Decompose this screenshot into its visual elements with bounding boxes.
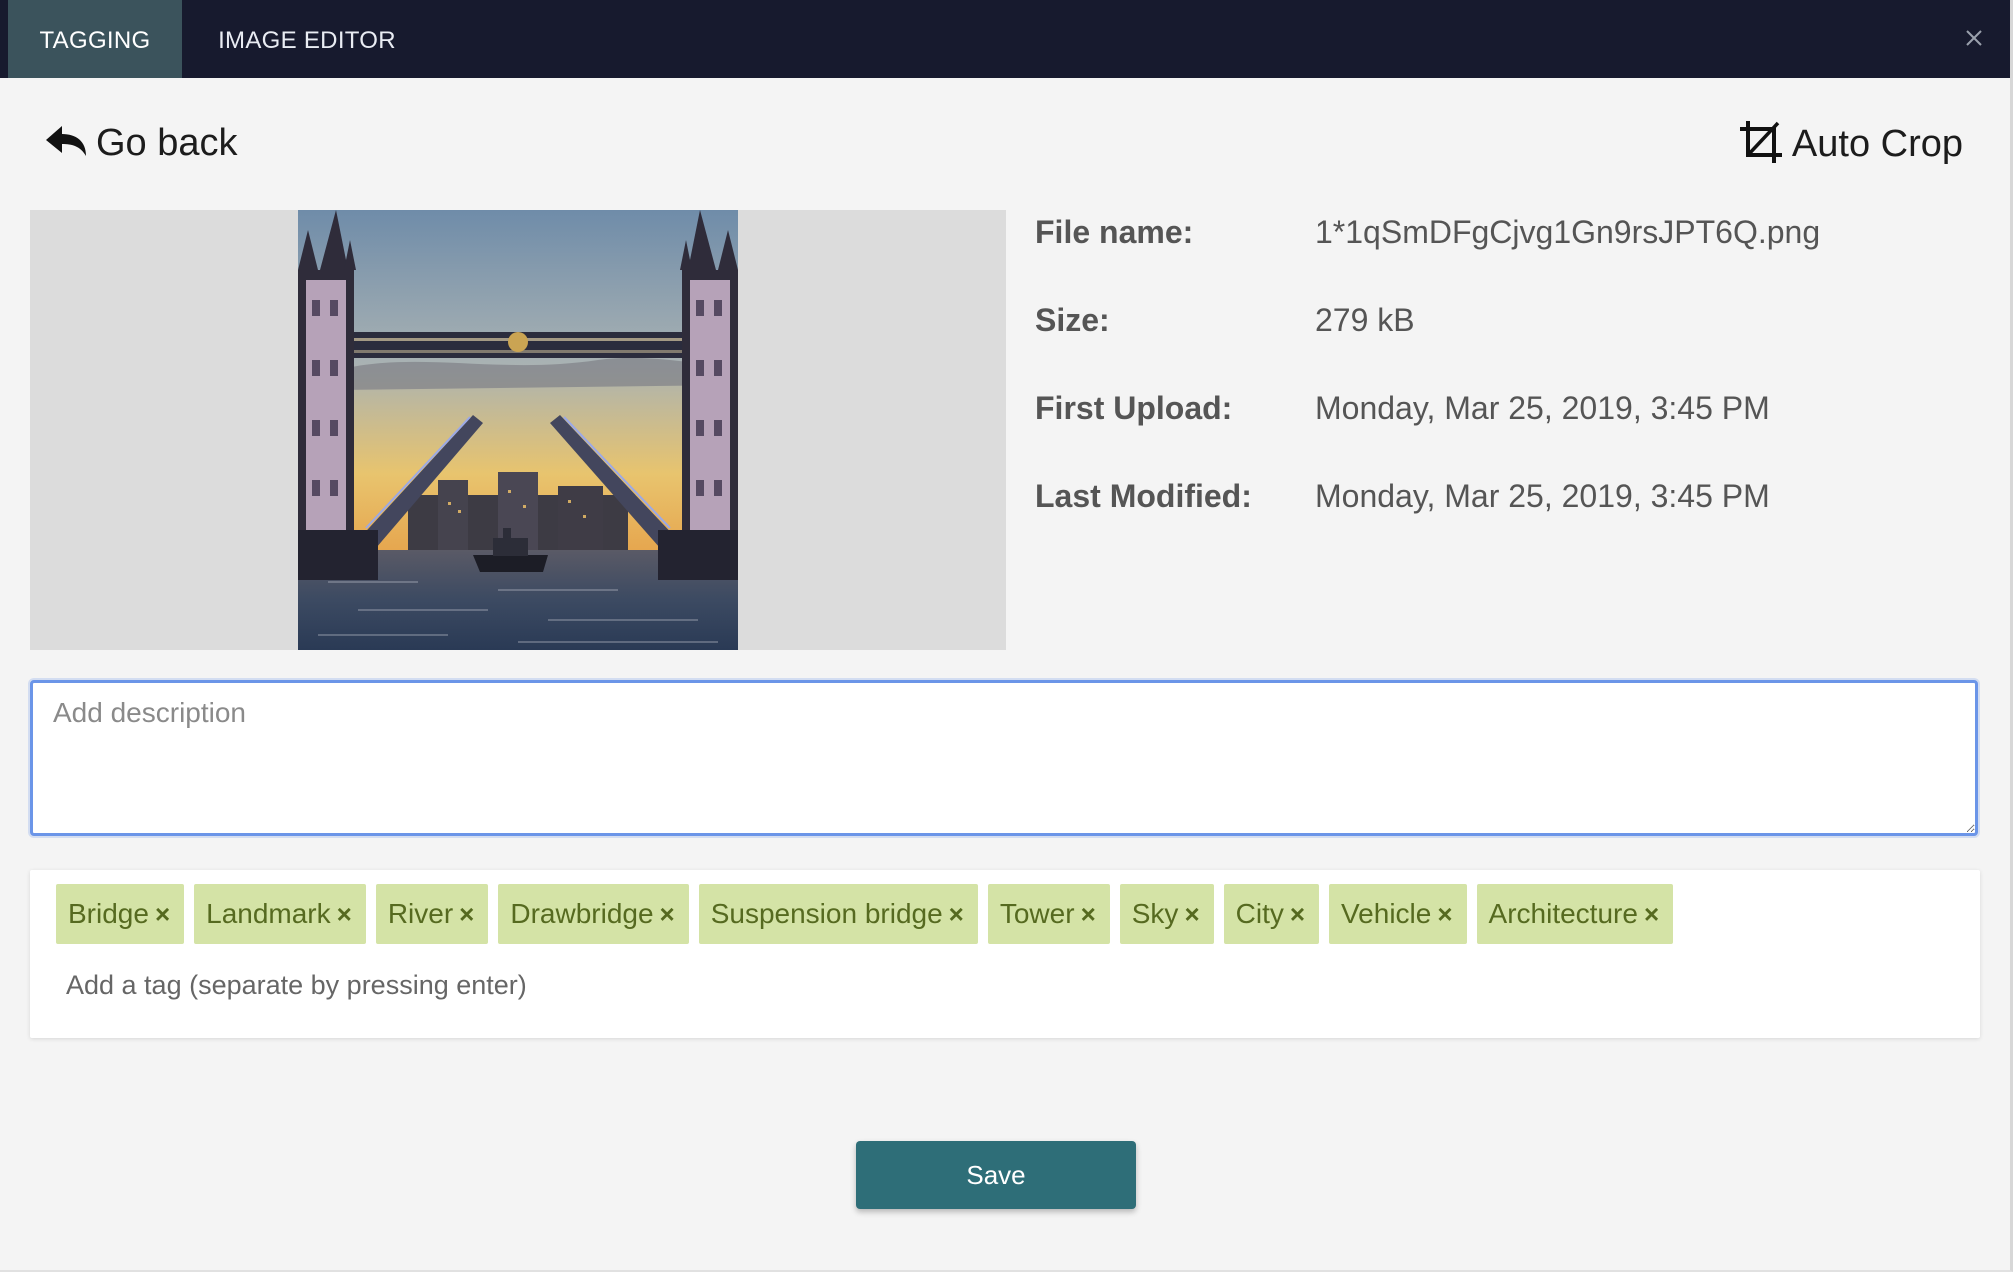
tag-label: Architecture	[1488, 898, 1638, 929]
last-modified-label: Last Modified:	[1035, 478, 1252, 514]
remove-tag-icon[interactable]: ×	[1644, 899, 1659, 930]
reply-arrow-icon	[44, 124, 88, 163]
go-back-label: Go back	[96, 121, 238, 164]
tag-label: Vehicle	[1341, 898, 1432, 929]
size-value: 279 kB	[1315, 302, 1415, 338]
tag-chip: Drawbridge ×	[498, 884, 689, 944]
tag-list: Bridge × Landmark × River × Drawbridge ×…	[56, 884, 1674, 944]
remove-tag-icon[interactable]: ×	[459, 899, 474, 930]
first-upload-label: First Upload:	[1035, 390, 1233, 426]
tag-chip: Suspension bridge ×	[698, 884, 978, 944]
add-tag-input[interactable]	[64, 964, 768, 1006]
tags-box: Bridge × Landmark × River × Drawbridge ×…	[30, 870, 1980, 1038]
tag-label: Landmark	[206, 898, 331, 929]
first-upload-value: Monday, Mar 25, 2019, 3:45 PM	[1315, 390, 1770, 426]
tag-chip: Bridge ×	[56, 884, 185, 944]
crop-icon	[1738, 119, 1784, 170]
auto-crop-label: Auto Crop	[1791, 122, 1963, 165]
tag-label: Drawbridge	[510, 898, 654, 929]
tag-chip: Vehicle ×	[1329, 884, 1467, 944]
image-preview-panel	[30, 210, 1006, 650]
file-name-value: 1*1qSmDFgCjvg1Gn9rsJPT6Q.png	[1315, 214, 1821, 250]
tag-chip: City ×	[1223, 884, 1320, 944]
tag-label: Bridge	[68, 898, 149, 929]
remove-tag-icon[interactable]: ×	[949, 899, 964, 930]
remove-tag-icon[interactable]: ×	[155, 899, 170, 930]
last-modified-value: Monday, Mar 25, 2019, 3:45 PM	[1315, 478, 1770, 514]
last-modified-row: Last Modified: Monday, Mar 25, 2019, 3:4…	[1035, 474, 1975, 562]
remove-tag-icon[interactable]: ×	[660, 899, 675, 930]
remove-tag-icon[interactable]: ×	[1437, 899, 1452, 930]
close-icon[interactable]	[1956, 20, 1992, 56]
image-details-modal: Tagging Image Editor Go back Auto Crop	[0, 0, 2013, 1272]
size-label: Size:	[1035, 302, 1110, 338]
tag-chip: Sky ×	[1119, 884, 1214, 944]
tag-label: City	[1235, 898, 1284, 929]
remove-tag-icon[interactable]: ×	[337, 899, 352, 930]
tag-label: Tower	[999, 898, 1075, 929]
image-thumbnail	[298, 210, 738, 650]
tag-chip: Tower ×	[987, 884, 1110, 944]
tag-chip: River ×	[375, 884, 489, 944]
tab-image-editor[interactable]: Image Editor	[182, 0, 432, 78]
file-metadata: File name: 1*1qSmDFgCjvg1Gn9rsJPT6Q.png …	[1035, 210, 1975, 562]
remove-tag-icon[interactable]: ×	[1081, 899, 1096, 930]
size-row: Size: 279 kB	[1035, 298, 1975, 386]
description-input[interactable]	[30, 680, 1978, 836]
tag-label: Suspension bridge	[710, 898, 943, 929]
file-name-row: File name: 1*1qSmDFgCjvg1Gn9rsJPT6Q.png	[1035, 210, 1975, 298]
remove-tag-icon[interactable]: ×	[1290, 899, 1305, 930]
tab-bar: Tagging Image Editor	[0, 0, 2010, 78]
auto-crop-button[interactable]: Auto Crop	[1738, 118, 1963, 170]
save-button[interactable]: Save	[856, 1141, 1136, 1209]
tag-chip: Landmark ×	[194, 884, 366, 944]
go-back-button[interactable]: Go back	[44, 118, 238, 168]
tag-chip: Architecture ×	[1476, 884, 1674, 944]
remove-tag-icon[interactable]: ×	[1184, 899, 1199, 930]
tag-label: Sky	[1131, 898, 1179, 929]
file-name-label: File name:	[1035, 214, 1194, 250]
first-upload-row: First Upload: Monday, Mar 25, 2019, 3:45…	[1035, 386, 1975, 474]
tag-label: River	[387, 898, 454, 929]
tab-tagging[interactable]: Tagging	[8, 0, 182, 78]
